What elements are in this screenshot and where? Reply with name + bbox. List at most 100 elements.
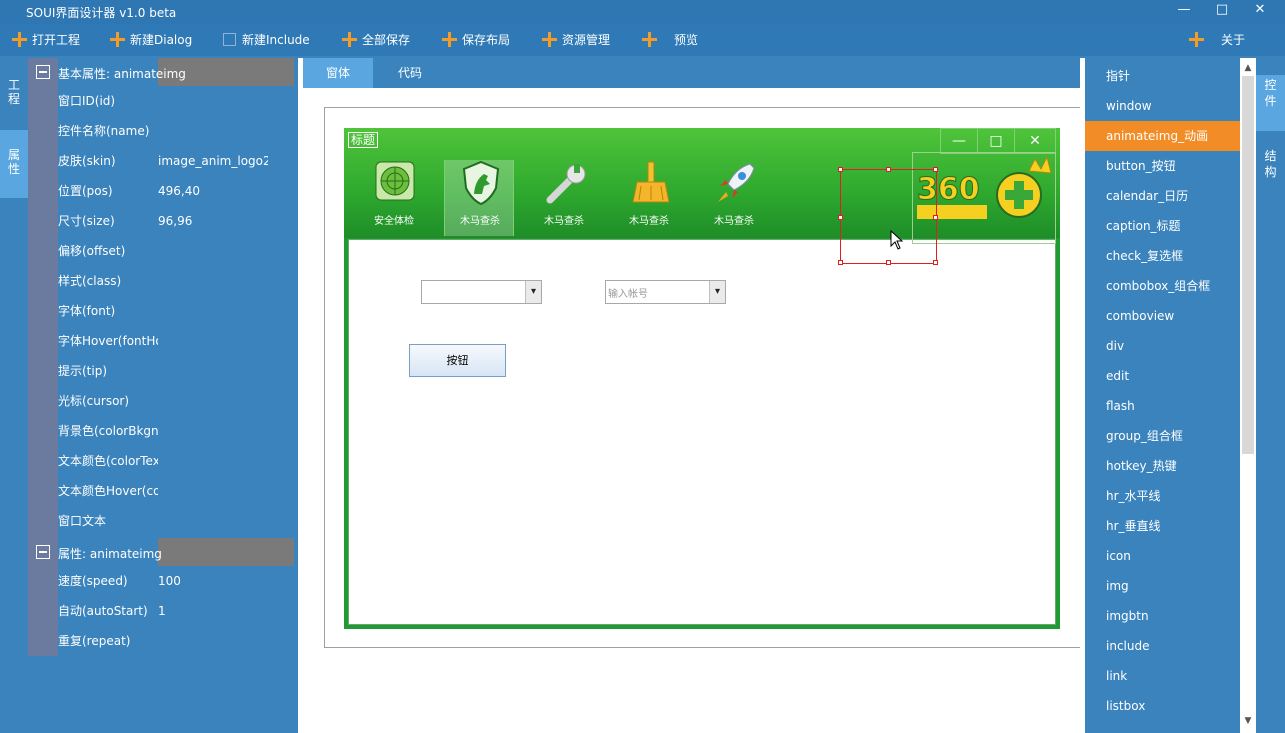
property-value[interactable]: 96,96 (158, 206, 268, 236)
control-list-item[interactable]: edit (1085, 361, 1240, 391)
resize-handle[interactable] (838, 260, 843, 265)
property-row[interactable]: 皮肤(skin) image_anim_logo2 (58, 146, 294, 176)
basic-props-header[interactable]: 基本属性: animateimg (28, 58, 294, 86)
combobox-1[interactable]: ▾ (421, 280, 542, 304)
tab-code[interactable]: 代码 (375, 58, 445, 88)
property-value[interactable]: image_anim_logo2 (158, 146, 268, 176)
open-project-button[interactable]: 打开工程 (12, 31, 80, 49)
property-row[interactable]: 重复(repeat) (58, 626, 294, 656)
attr-props-header-label: 属性: animateimg (58, 547, 162, 561)
tab-structure[interactable]: 结 构 (1256, 148, 1285, 188)
tool-cleanup[interactable]: 木马查杀 (614, 160, 684, 236)
dialog-minimize-button[interactable]: — (940, 128, 978, 154)
control-list-item[interactable]: comboview (1085, 301, 1240, 331)
resize-handle[interactable] (933, 167, 938, 172)
control-list-item[interactable]: group_组合框 (1085, 421, 1240, 451)
tool-label: 木马查杀 (544, 216, 584, 227)
control-list-item[interactable]: icon (1085, 541, 1240, 571)
attr-props-header[interactable]: 属性: animateimg (28, 538, 294, 566)
close-button[interactable]: ✕ (1240, 0, 1280, 22)
tab-project[interactable]: 工 程 (0, 76, 28, 116)
control-list-item[interactable]: button_按钮 (1085, 151, 1240, 181)
tool-repair[interactable]: 木马查杀 (529, 160, 599, 236)
control-list-item[interactable]: img (1085, 571, 1240, 601)
control-list-item[interactable]: hr_水平线 (1085, 481, 1240, 511)
property-row[interactable]: 背景色(colorBkgnd) (58, 416, 294, 446)
resize-handle[interactable] (886, 167, 891, 172)
property-row[interactable]: 文本颜色(colorText) (58, 446, 294, 476)
dialog-maximize-button[interactable]: □ (977, 128, 1015, 154)
preview-button[interactable]: 预览 (642, 31, 698, 49)
new-include-button[interactable]: 新建Include (222, 31, 310, 49)
property-row[interactable]: 窗口文本 (58, 506, 294, 536)
property-row[interactable]: 控件名称(name) (58, 116, 294, 146)
tool-security-check[interactable]: 安全体检 (359, 160, 429, 236)
control-list-item[interactable]: window (1085, 91, 1240, 121)
resize-handle[interactable] (838, 167, 843, 172)
control-list-item[interactable]: link (1085, 661, 1240, 691)
basic-props-header-label: 基本属性: animateimg (58, 67, 186, 81)
property-row[interactable]: 窗口ID(id) (58, 86, 294, 116)
selection-box[interactable] (838, 167, 938, 265)
control-list-item[interactable]: include (1085, 631, 1240, 661)
resource-manager-button[interactable]: 资源管理 (542, 31, 610, 49)
tab-property[interactable]: 属 性 (0, 130, 28, 198)
wrench-icon (546, 164, 586, 204)
control-list-item[interactable]: 指针 (1085, 61, 1240, 91)
control-list-item[interactable]: animateimg_动画 (1085, 121, 1240, 151)
tool-speedup[interactable]: 木马查杀 (699, 160, 769, 236)
property-row[interactable]: 字体(font) (58, 296, 294, 326)
resize-handle[interactable] (933, 215, 938, 220)
property-row[interactable]: 位置(pos) 496,40 (58, 176, 294, 206)
tab-controls[interactable]: 控 件 (1256, 75, 1285, 131)
open-project-label: 打开工程 (32, 33, 81, 47)
scroll-thumb[interactable] (1242, 76, 1254, 454)
property-row[interactable]: 字体Hover(fontHover) (58, 326, 294, 356)
dialog-close-button[interactable]: ✕ (1014, 128, 1056, 154)
chevron-down-icon[interactable]: ▾ (525, 281, 541, 303)
control-list-item[interactable]: flash (1085, 391, 1240, 421)
maximize-button[interactable]: □ (1202, 0, 1242, 22)
resize-handle[interactable] (933, 260, 938, 265)
property-row[interactable]: 样式(class) (58, 266, 294, 296)
about-button[interactable]: 关于 (1189, 31, 1245, 49)
control-list-scrollbar[interactable]: ▲ ▼ (1240, 58, 1256, 733)
property-key: 样式(class) (58, 274, 122, 288)
property-row[interactable]: 偏移(offset) (58, 236, 294, 266)
property-value[interactable]: 1 (158, 596, 268, 626)
property-row[interactable]: 光标(cursor) (58, 386, 294, 416)
resize-handle[interactable] (886, 260, 891, 265)
save-all-button[interactable]: 全部保存 (342, 31, 410, 49)
property-row[interactable]: 速度(speed) 100 (58, 566, 294, 596)
resize-handle[interactable] (838, 215, 843, 220)
control-list-item[interactable]: listbox (1085, 691, 1240, 721)
control-list-item[interactable]: caption_标题 (1085, 211, 1240, 241)
control-list-item[interactable]: hr_垂直线 (1085, 511, 1240, 541)
save-layout-button[interactable]: 保存布局 (442, 31, 510, 49)
property-row[interactable]: 文本颜色Hover(colorTextHover) (58, 476, 294, 506)
control-list-item[interactable]: hotkey_热键 (1085, 451, 1240, 481)
property-value[interactable]: 100 (158, 566, 268, 596)
plus-icon (342, 32, 357, 47)
combobox-account[interactable]: 输入帐号 ▾ (605, 280, 726, 304)
new-dialog-button[interactable]: 新建Dialog (110, 31, 192, 49)
control-list-item[interactable]: calendar_日历 (1085, 181, 1240, 211)
tool-trojan-kill[interactable]: 木马查杀 (444, 160, 514, 236)
collapse-icon[interactable] (36, 545, 50, 559)
preview-label: 预览 (674, 33, 699, 47)
control-list-item[interactable]: combobox_组合框 (1085, 271, 1240, 301)
scroll-up-icon[interactable]: ▲ (1240, 60, 1256, 76)
control-list-item[interactable]: imgbtn (1085, 601, 1240, 631)
dialog-button[interactable]: 按钮 (409, 344, 506, 377)
collapse-icon[interactable] (36, 65, 50, 79)
property-value[interactable]: 496,40 (158, 176, 268, 206)
property-row[interactable]: 尺寸(size) 96,96 (58, 206, 294, 236)
control-list-item[interactable]: div (1085, 331, 1240, 361)
property-row[interactable]: 自动(autoStart) 1 (58, 596, 294, 626)
property-row[interactable]: 提示(tip) (58, 356, 294, 386)
tab-window[interactable]: 窗体 (303, 58, 373, 88)
chevron-down-icon[interactable]: ▾ (709, 281, 725, 303)
minimize-button[interactable]: — (1164, 0, 1204, 22)
scroll-down-icon[interactable]: ▼ (1240, 713, 1256, 729)
control-list-item[interactable]: check_复选框 (1085, 241, 1240, 271)
